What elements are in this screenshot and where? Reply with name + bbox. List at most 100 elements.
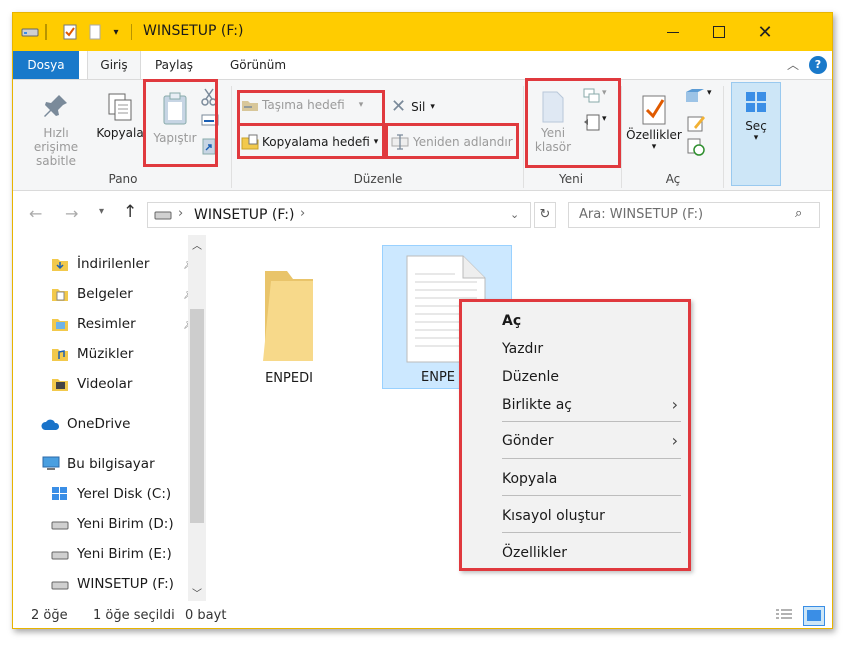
large-icons-view-icon[interactable] [803,606,825,626]
select-button[interactable]: Seç ▾ [731,82,781,186]
new-folder-qa-icon[interactable] [87,22,103,42]
address-path[interactable]: WINSETUP (F:) [194,207,294,223]
sidebar-item-label: Belgeler [77,286,133,302]
address-dropdown-icon[interactable]: ⌄ [510,208,519,221]
menu-item-open-with[interactable]: Birlikte aç › [462,393,688,417]
menu-separator [502,532,681,533]
sidebar-item-downloads[interactable]: İndirilenler 📌︎ [51,253,197,275]
sidebar-item-drive-d[interactable]: Yeni Birim (D:) [51,513,174,535]
delete-label: Sil [411,99,426,114]
qa-divider [45,24,47,40]
sidebar-item-label: Müzikler [77,346,134,362]
sidebar-item-label: İndirilenler [77,256,150,272]
navigation-scrollbar[interactable]: ︿ ﹀ [188,235,206,601]
menu-item-print[interactable]: Yazdır [462,337,688,361]
status-size: 0 bayt [185,608,227,623]
explorer-window: ▾ WINSETUP (F:) ✕ Dosya Giriş Paylaş Gör… [12,12,833,629]
properties-button[interactable]: Özellikler ▾ [623,92,685,152]
pictures-icon [51,316,69,332]
tab-share[interactable]: Paylaş [149,51,199,79]
pin-quick-access-button[interactable]: Hızlı erişime sabitle [21,92,91,168]
delete-dropdown-icon: ▾ [430,101,435,112]
context-menu: Aç Yazdır Düzenle Birlikte aç › Gönder ›… [459,299,691,571]
highlight-box-new [525,78,621,168]
menu-item-properties[interactable]: Özellikler [462,541,688,565]
menu-separator [502,421,681,422]
onedrive-icon [41,416,60,432]
tab-view[interactable]: Görünüm [225,51,291,79]
open-icon [685,88,705,107]
sidebar-item-music[interactable]: Müzikler [51,343,133,365]
group-label-new: Yeni [558,172,584,186]
scroll-up-icon[interactable]: ︿ [192,237,202,252]
scroll-thumb[interactable] [190,309,204,523]
select-dropdown-icon: ▾ [753,133,759,143]
open-button[interactable]: ▾ [685,88,712,107]
window-title: WINSETUP (F:) [143,23,244,39]
title-bar: ▾ WINSETUP (F:) ✕ [13,13,832,51]
collapse-ribbon-icon[interactable]: ︿ [783,51,803,79]
music-icon [51,346,69,362]
edit-icon[interactable] [687,114,705,135]
qa-dropdown-icon[interactable]: ▾ [109,22,123,42]
menu-item-create-shortcut[interactable]: Kısayol oluştur [462,504,688,528]
sidebar-item-label: Yeni Birim (E:) [77,546,172,562]
menu-item-open[interactable]: Aç [462,309,688,333]
downloads-icon [51,256,69,272]
folder-item[interactable]: ENPEDI [239,253,339,386]
sidebar-item-pictures[interactable]: Resimler 📌︎ [51,313,197,335]
minimize-button[interactable] [650,13,696,51]
recent-dropdown-icon[interactable]: ▾ [99,206,104,217]
history-icon[interactable] [687,138,705,159]
details-view-icon[interactable] [775,608,793,626]
menu-item-send-to[interactable]: Gönder › [462,429,688,453]
refresh-icon[interactable]: ↻ [534,202,556,228]
help-icon[interactable]: ? [809,56,827,74]
drive-icon [51,516,69,532]
sidebar-item-onedrive[interactable]: OneDrive [41,413,130,435]
close-button[interactable]: ✕ [742,13,788,51]
select-label: Seç [745,119,767,133]
menu-item-label: Birlikte aç [502,397,572,413]
ribbon-separator [523,86,524,188]
address-box[interactable]: › WINSETUP (F:) › ⌄ [147,202,531,228]
videos-icon [51,376,69,392]
copy-label: Kopyala [96,126,144,140]
maximize-button[interactable] [696,13,742,51]
scroll-down-icon[interactable]: ﹀ [192,585,202,600]
this-pc-icon [41,456,60,472]
menu-item-label: Gönder [502,433,554,449]
copy-button[interactable]: Kopyala [95,92,145,140]
open-dropdown-icon: ▾ [707,88,712,98]
sidebar-item-drive-f[interactable]: WINSETUP (F:) [51,573,174,595]
search-icon[interactable]: ⌕ [795,206,802,221]
properties-dropdown-icon: ▾ [651,142,657,152]
ribbon-separator [723,86,724,188]
tab-file[interactable]: Dosya [13,51,79,79]
forward-icon[interactable]: → [65,204,78,223]
breadcrumb-chevron-icon: › [178,206,184,221]
up-icon[interactable]: ↑ [123,202,137,222]
breadcrumb-chevron-icon-2[interactable]: › [300,206,305,221]
navigation-pane: İndirilenler 📌︎ Belgeler 📌︎ Resimler 📌︎ … [13,235,208,601]
menu-item-copy[interactable]: Kopyala [462,467,688,491]
sidebar-item-videos[interactable]: Videolar [51,373,132,395]
search-input[interactable]: Ara: WINSETUP (F:) [568,202,820,228]
sidebar-item-this-pc[interactable]: Bu bilgisayar [41,453,155,475]
status-selected: 1 öğe seçildi [93,608,175,623]
folder-icon [239,253,339,361]
properties-qa-icon[interactable] [61,22,79,42]
sidebar-item-drive-e[interactable]: Yeni Birim (E:) [51,543,172,565]
menu-separator [502,495,681,496]
back-icon[interactable]: ← [29,204,42,223]
windows-drive-icon [51,486,69,502]
delete-button[interactable]: ✕ Sil ▾ [391,96,435,117]
group-label-open: Aç [665,172,681,186]
menu-item-edit[interactable]: Düzenle [462,365,688,389]
sidebar-item-drive-c[interactable]: Yerel Disk (C:) [51,483,171,505]
tab-home[interactable]: Giriş [87,51,141,79]
pin-icon [21,92,91,126]
menu-separator [502,458,681,459]
documents-icon [51,286,69,302]
sidebar-item-documents[interactable]: Belgeler 📌︎ [51,283,197,305]
